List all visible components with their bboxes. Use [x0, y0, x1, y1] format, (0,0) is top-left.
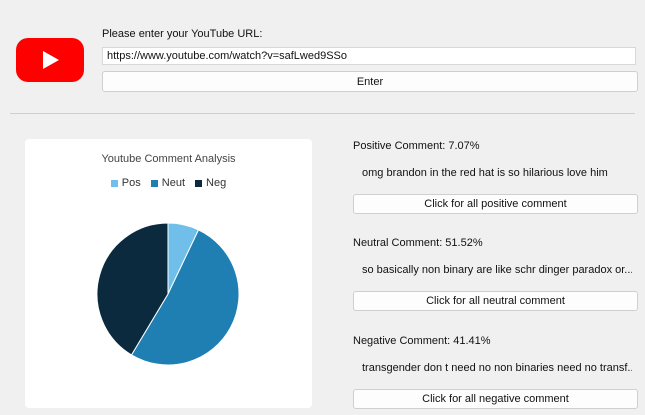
- positive-comments-button[interactable]: Click for all positive comment: [353, 194, 638, 214]
- pie-chart: [96, 222, 240, 366]
- divider: [10, 113, 635, 114]
- negative-comments-button[interactable]: Click for all negative comment: [353, 389, 638, 409]
- negative-title: Negative Comment: 41.41%: [353, 335, 491, 347]
- neutral-title: Neutral Comment: 51.52%: [353, 237, 483, 249]
- youtube-logo-icon: [16, 38, 84, 82]
- negative-comment: transgender don t need no non binaries n…: [362, 362, 632, 374]
- url-prompt-label: Please enter your YouTube URL:: [102, 28, 263, 40]
- neutral-comment: so basically non binary are like schr di…: [362, 264, 632, 276]
- positive-title: Positive Comment: 7.07%: [353, 140, 480, 152]
- neutral-comments-button[interactable]: Click for all neutral comment: [353, 291, 638, 311]
- chart-panel: Youtube Comment Analysis Pos Neut Neg: [25, 139, 312, 408]
- enter-button[interactable]: Enter: [102, 71, 638, 92]
- url-input[interactable]: [102, 47, 636, 65]
- positive-comment: omg brandon in the red hat is so hilario…: [362, 167, 608, 179]
